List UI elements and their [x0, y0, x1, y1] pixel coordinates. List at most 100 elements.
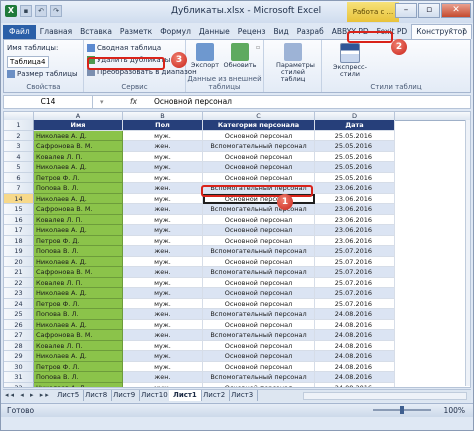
cell-date[interactable]: 25.05.2016 — [315, 172, 395, 183]
row-header[interactable]: 7 — [4, 183, 34, 194]
save-icon[interactable]: ▪ — [20, 5, 32, 17]
row-header[interactable]: 5 — [4, 162, 34, 173]
cell-category[interactable]: Вспомогательный персонал — [203, 204, 315, 215]
cell-name[interactable]: Ковалев Л. П. — [34, 214, 123, 225]
refresh-button[interactable]: Обновить — [223, 43, 257, 77]
row-header[interactable]: 4 — [4, 151, 34, 162]
cell-sex[interactable]: муж. — [123, 277, 203, 288]
cell-name[interactable]: Попова В. Л. — [34, 183, 123, 194]
cell-sex[interactable]: муж. — [123, 256, 203, 267]
cell-category[interactable]: Основной персонал — [203, 382, 315, 387]
tab-view[interactable]: Вид — [269, 25, 292, 39]
cell-date[interactable]: 24.08.2016 — [315, 372, 395, 383]
row-header[interactable]: 27 — [4, 330, 34, 341]
cell-category[interactable]: Основной персонал — [203, 172, 315, 183]
cell-category[interactable]: Основной персонал — [203, 256, 315, 267]
cell-category[interactable]: Вспомогательный персонал — [203, 246, 315, 257]
table-header-cat[interactable]: Категория персонала — [203, 120, 315, 131]
sheet-tab[interactable]: Лист5 — [53, 390, 85, 401]
cell-date[interactable]: 24.08.2016 — [315, 361, 395, 372]
cell-date[interactable]: 25.07.2016 — [315, 256, 395, 267]
cell-category[interactable]: Основной персонал — [203, 151, 315, 162]
cell-sex[interactable]: муж. — [123, 351, 203, 362]
table-header-sex[interactable]: Пол — [123, 120, 203, 131]
cell-date[interactable]: 23.06.2016 — [315, 235, 395, 246]
cell-name[interactable]: Николаев А. Д. — [34, 162, 123, 173]
minimize-button[interactable]: – — [395, 3, 417, 18]
cell-date[interactable]: 25.07.2016 — [315, 246, 395, 257]
cell-sex[interactable]: жен. — [123, 267, 203, 278]
cell-sex[interactable]: жен. — [123, 309, 203, 320]
row-header[interactable]: 32 — [4, 382, 34, 387]
cell-name[interactable]: Сафронова В. М. — [34, 204, 123, 215]
cell-date[interactable]: 23.06.2016 — [315, 183, 395, 194]
cell-name[interactable]: Попова В. Л. — [34, 372, 123, 383]
row-header[interactable]: 26 — [4, 319, 34, 330]
tab-insert[interactable]: Вставка — [76, 25, 116, 39]
column-header-c[interactable]: C — [203, 112, 315, 120]
cell-name[interactable]: Сафронова В. М. — [34, 330, 123, 341]
cell-name[interactable]: Петров Ф. Л. — [34, 172, 123, 183]
tab-formulas[interactable]: Формул — [156, 25, 195, 39]
cell-date[interactable]: 25.05.2016 — [315, 130, 395, 141]
cell-category[interactable]: Основной персонал — [203, 225, 315, 236]
cell-name[interactable]: Петров Ф. Д. — [34, 235, 123, 246]
row-header[interactable]: 15 — [4, 204, 34, 215]
cell-name[interactable]: Ковалев Л. П. — [34, 340, 123, 351]
cell-sex[interactable]: муж. — [123, 214, 203, 225]
column-header-b[interactable]: B — [123, 112, 203, 120]
sheet-nav-buttons[interactable]: ◂◂ ◂ ▸ ▸▸ — [5, 391, 51, 399]
tab-developer[interactable]: Разраб — [293, 25, 328, 39]
cell-sex[interactable]: жен. — [123, 141, 203, 152]
row-header[interactable]: 20 — [4, 256, 34, 267]
tab-page-layout[interactable]: Разметк — [116, 25, 156, 39]
tab-file[interactable]: Файл — [3, 25, 36, 39]
cell-date[interactable]: 23.06.2016 — [315, 193, 395, 204]
cell-sex[interactable]: муж. — [123, 130, 203, 141]
redo-icon[interactable]: ↷ — [50, 5, 62, 17]
cell-name[interactable]: Николаев А. Д. — [34, 193, 123, 204]
cell-sex[interactable]: муж. — [123, 340, 203, 351]
row-header[interactable]: 21 — [4, 267, 34, 278]
cell-name[interactable]: Николаев А. Д. — [34, 225, 123, 236]
cell-sex[interactable]: муж. — [123, 361, 203, 372]
cell-name[interactable]: Ковалев Л. П. — [34, 277, 123, 288]
row-header[interactable]: 6 — [4, 172, 34, 183]
row-header[interactable]: 19 — [4, 246, 34, 257]
cell-category[interactable]: Основной персонал — [203, 162, 315, 173]
cell-date[interactable]: 24.08.2016 — [315, 309, 395, 320]
cell-sex[interactable]: жен. — [123, 183, 203, 194]
export-button[interactable]: Экспорт — [188, 43, 222, 77]
cell-date[interactable]: 23.06.2016 — [315, 204, 395, 215]
cell-name[interactable]: Николаев А. Д. — [34, 288, 123, 299]
table-header-name[interactable]: Имя — [34, 120, 123, 131]
cell-sex[interactable]: муж. — [123, 172, 203, 183]
row-header[interactable]: 22 — [4, 277, 34, 288]
sheet-tab[interactable]: Лист2 — [199, 390, 231, 401]
cell-sex[interactable]: муж. — [123, 162, 203, 173]
excel-logo-icon[interactable]: X — [5, 5, 17, 17]
row-header[interactable]: 1 — [4, 120, 34, 131]
zoom-slider-thumb[interactable] — [400, 406, 404, 414]
cell-category[interactable]: Основной персонал — [203, 361, 315, 372]
cell-date[interactable]: 23.06.2016 — [315, 214, 395, 225]
name-box[interactable]: C14 — [4, 96, 93, 108]
cell-category[interactable]: Основной персонал — [203, 130, 315, 141]
sheet-tab[interactable]: Лист9 — [109, 390, 141, 401]
close-button[interactable]: ✕ — [441, 3, 471, 18]
cell-name[interactable]: Попова В. Л. — [34, 309, 123, 320]
minimize-ribbon-icon[interactable]: ⌃ — [446, 26, 456, 36]
cell-category[interactable]: Основной персонал — [203, 340, 315, 351]
cell-name[interactable]: Николаев А. Д. — [34, 382, 123, 387]
cell-name[interactable]: Николаев А. Д. — [34, 351, 123, 362]
cell-category[interactable]: Основной персонал — [203, 319, 315, 330]
table-name-field[interactable]: Таблица4 — [7, 56, 49, 68]
tab-home[interactable]: Главная — [36, 25, 76, 39]
cell-sex[interactable]: жен. — [123, 246, 203, 257]
sheet-tab[interactable]: Лист10 — [137, 390, 173, 401]
cell-sex[interactable]: муж. — [123, 319, 203, 330]
maximize-button[interactable]: ▫ — [418, 3, 440, 18]
cell-sex[interactable]: муж. — [123, 235, 203, 246]
style-options-button[interactable]: Параметры стилей таблиц — [276, 43, 315, 83]
row-header[interactable]: 25 — [4, 309, 34, 320]
